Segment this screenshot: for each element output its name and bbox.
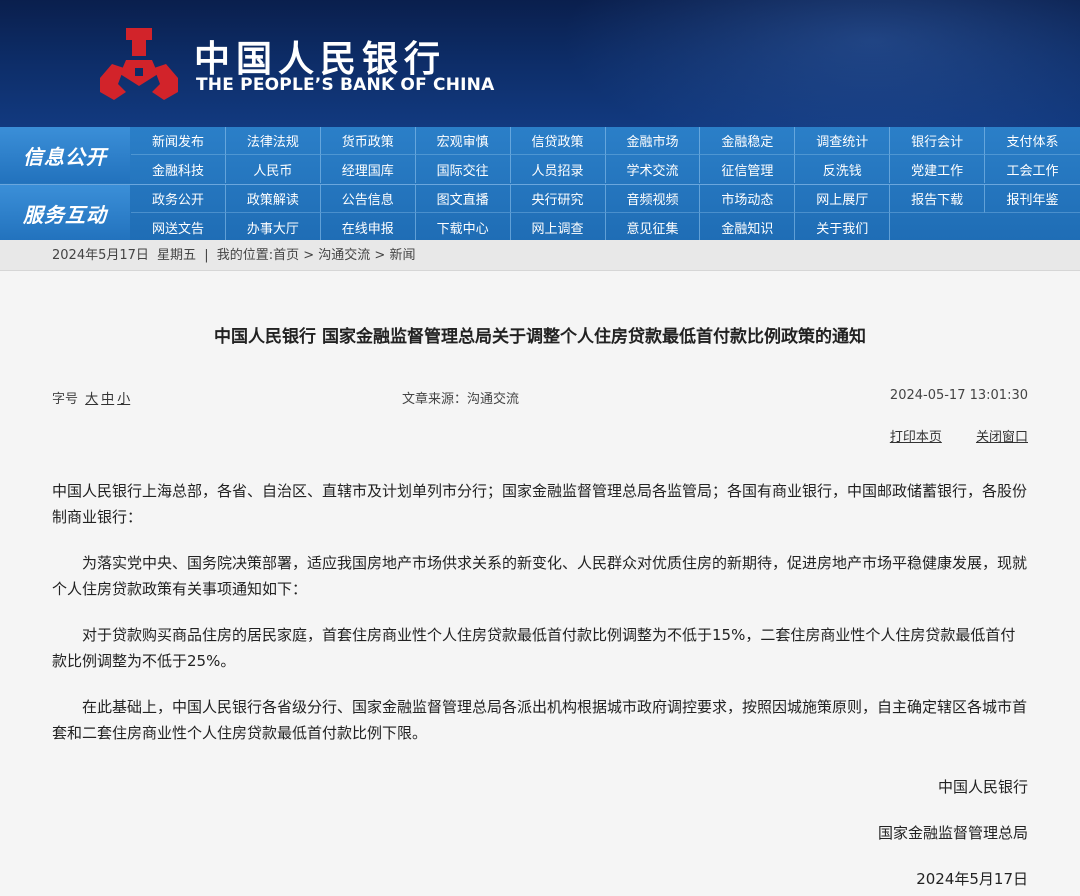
nav-item[interactable]: 法律法规 — [225, 127, 321, 155]
nav-item[interactable]: 反洗钱 — [795, 155, 891, 183]
nav-item[interactable]: 人员招录 — [511, 155, 606, 183]
article-source: 文章来源：沟通交流 — [402, 392, 520, 407]
nav-item[interactable]: 报告下载 — [890, 185, 986, 213]
nav-item[interactable]: 国际交往 — [416, 155, 511, 183]
article-meta: 字号 大中小 文章来源：沟通交流 2024-05-17 13:01:30 — [52, 388, 1028, 408]
nav-item[interactable]: 央行研究 — [510, 185, 606, 213]
nav-grid-info: 新闻发布 法律法规 货币政策 宏观审慎 信贷政策 金融市场 金融稳定 调查统计 银行会计 支付体系… — [131, 127, 1080, 183]
article-paragraph: 为落实党中央、国务院决策部署，适应我国房地产市场供求关系的新变化、人民群众对优质… — [52, 554, 1028, 598]
site-header: 中国人民银行 THE PEOPLE’S BANK OF CHINA — [0, 0, 1080, 127]
nav-item[interactable]: 经理国库 — [321, 155, 416, 183]
nav-item[interactable]: 网送文告 — [131, 213, 226, 241]
font-size-medium-link[interactable]: 中 — [101, 392, 114, 407]
current-weekday: 星期五 — [157, 248, 197, 263]
breadcrumb: 2024年5月17日 星期五 | 我的位置:首页 > 沟通交流 > 新闻 — [0, 240, 1080, 271]
article-timestamp: 2024-05-17 13:01:30 — [889, 388, 1028, 403]
nav-item[interactable]: 调查统计 — [795, 127, 891, 155]
nav-item[interactable]: 学术交流 — [606, 155, 701, 183]
article-body: 中国人民银行上海总部，各省、自治区、直辖市及计划单列市分行；国家金融监督管理总局… — [52, 478, 1028, 766]
nav-item[interactable]: 公告信息 — [320, 185, 416, 213]
nav-item[interactable]: 网上调查 — [511, 213, 606, 241]
nav-item[interactable]: 新闻发布 — [131, 127, 226, 155]
nav-item[interactable]: 征信管理 — [700, 155, 796, 183]
nav-grid-service: 政务公开 政策解读 公告信息 图文直播 央行研究 音频视频 市场动态 网上展厅 报告下载 报刊年鉴… — [131, 185, 1080, 241]
article-title: 中国人民银行 国家金融监督管理总局关于调整个人住房贷款最低首付款比例政策的通知 — [214, 327, 866, 347]
nav-item[interactable]: 宏观审慎 — [415, 127, 511, 155]
nav-item[interactable]: 银行会计 — [890, 127, 986, 155]
nav-item[interactable]: 党建工作 — [890, 155, 986, 183]
nav-item[interactable]: 信贷政策 — [510, 127, 606, 155]
nav-item[interactable]: 金融科技 — [131, 155, 226, 183]
breadcrumb-path[interactable]: 首页 > 沟通交流 > 新闻 — [273, 248, 415, 263]
header-glow — [560, 0, 1080, 127]
location-label: 我的位置: — [216, 248, 274, 263]
pboc-emblem-icon[interactable] — [96, 26, 182, 102]
nav-item[interactable]: 音频视频 — [605, 185, 701, 213]
close-window-link[interactable]: 关闭窗口 — [976, 430, 1028, 445]
nav-item[interactable]: 报刊年鉴 — [985, 185, 1080, 213]
current-date: 2024年5月17日 — [52, 248, 149, 263]
logo-english-name[interactable]: THE PEOPLE’S BANK OF CHINA — [196, 75, 494, 95]
signature-nfra: 国家金融监督管理总局 — [877, 824, 1028, 842]
signature-pboc: 中国人民银行 — [937, 778, 1028, 796]
nav-item[interactable]: 工会工作 — [985, 155, 1080, 183]
nav-section-label-info: 信息公开 — [0, 127, 130, 183]
nav-item[interactable]: 在线申报 — [321, 213, 416, 241]
nav-item[interactable]: 图文直播 — [415, 185, 511, 213]
nav-item[interactable]: 关于我们 — [795, 213, 891, 241]
nav-item[interactable]: 金融市场 — [605, 127, 701, 155]
print-page-link[interactable]: 打印本页 — [890, 430, 942, 445]
article-paragraph: 在此基础上，中国人民银行各省级分行、国家金融监督管理总局各派出机构根据城市政府调… — [52, 698, 1028, 742]
nav-item[interactable]: 下载中心 — [416, 213, 511, 241]
signature-date: 2024年5月17日 — [916, 870, 1028, 888]
nav-item[interactable]: 人民币 — [226, 155, 321, 183]
nav-item[interactable]: 政务公开 — [131, 185, 226, 213]
nav-item[interactable]: 货币政策 — [320, 127, 416, 155]
nav-item[interactable]: 市场动态 — [700, 185, 796, 213]
font-size-small-link[interactable]: 小 — [117, 392, 130, 407]
main-navigation: 信息公开 新闻发布 法律法规 货币政策 宏观审慎 信贷政策 金融市场 金融稳定 调查统计 银行会… — [0, 127, 1080, 241]
article-paragraph: 对于贷款购买商品住房的居民家庭，首套住房商业性个人住房贷款最低首付款比例调整为不… — [52, 626, 1016, 670]
article-actions: 打印本页 关闭窗口 — [860, 426, 1028, 445]
nav-section-label-service: 服务互动 — [0, 185, 130, 241]
nav-section-service: 服务互动 政务公开 政策解读 公告信息 图文直播 央行研究 音频视频 市场动态 网上展厅 报告下… — [0, 184, 1080, 241]
nav-item[interactable]: 意见征集 — [606, 213, 701, 241]
nav-item[interactable]: 金融知识 — [700, 213, 796, 241]
article-paragraph: 中国人民银行上海总部，各省、自治区、直辖市及计划单列市分行；国家金融监督管理总局… — [52, 482, 1028, 526]
nav-item[interactable]: 金融稳定 — [700, 127, 796, 155]
font-size-label: 字号 — [52, 392, 79, 407]
nav-item[interactable]: 网上展厅 — [795, 185, 891, 213]
font-size-large-link[interactable]: 大 — [85, 392, 98, 407]
nav-section-info: 信息公开 新闻发布 法律法规 货币政策 宏观审慎 信贷政策 金融市场 金融稳定 调查统计 银行会… — [0, 127, 1080, 183]
breadcrumb-separator: | — [204, 248, 209, 263]
nav-item[interactable]: 支付体系 — [985, 127, 1080, 155]
font-size-control: 字号 大中小 — [52, 388, 130, 407]
nav-item[interactable]: 政策解读 — [225, 185, 321, 213]
nav-item[interactable]: 办事大厅 — [226, 213, 321, 241]
